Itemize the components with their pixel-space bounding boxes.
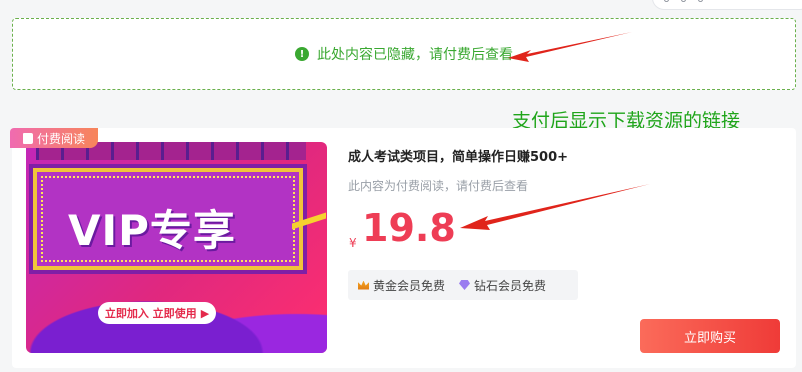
hidden-content-notice: ! 此处内容已隐藏，请付费后查看 [12, 18, 796, 90]
product-price: 19.8 [362, 206, 456, 250]
exclamation-icon: ! [295, 47, 309, 61]
play-icon: ▶ [200, 306, 210, 320]
price-currency: ¥ [349, 236, 357, 250]
diamond-member-label: 钻石会员免费 [474, 278, 547, 293]
diamond-member-item[interactable]: 钻石会员免费 [459, 277, 546, 294]
hidden-notice-text: 此处内容已隐藏，请付费后查看 [317, 47, 513, 63]
cover-headline: VIP专享 [68, 206, 236, 255]
gold-member-label: 黄金会员免费 [373, 278, 446, 293]
paid-read-label: 付费阅读 [36, 131, 85, 146]
cover-join-button: 立即加入 立即使用 ▶ [98, 302, 216, 324]
cover-join-label: 立即加入 立即使用 [104, 307, 197, 320]
product-title[interactable]: 成人考试类项目，简单操作日赚500+ [348, 146, 568, 165]
product-desc: 此内容为付费阅读，请付费后查看 [348, 179, 529, 193]
like-count: 0 [697, 0, 704, 5]
book-icon [22, 132, 33, 144]
crown-icon [358, 280, 369, 290]
product-cover-image[interactable]: VIP专享 立即加入 立即使用 ▶ [26, 142, 327, 353]
member-benefits: 黄金会员免费 钻石会员免费 [348, 270, 578, 300]
post-stats: 0 0 0 [652, 0, 802, 10]
buy-now-button[interactable]: 立即购买 [640, 319, 780, 353]
diamond-icon [459, 280, 471, 290]
gold-member-item[interactable]: 黄金会员免费 [358, 277, 445, 294]
paid-read-tag: 付费阅读 [10, 128, 98, 148]
comment-count: 0 [663, 0, 670, 5]
view-count: 0 [680, 0, 687, 5]
